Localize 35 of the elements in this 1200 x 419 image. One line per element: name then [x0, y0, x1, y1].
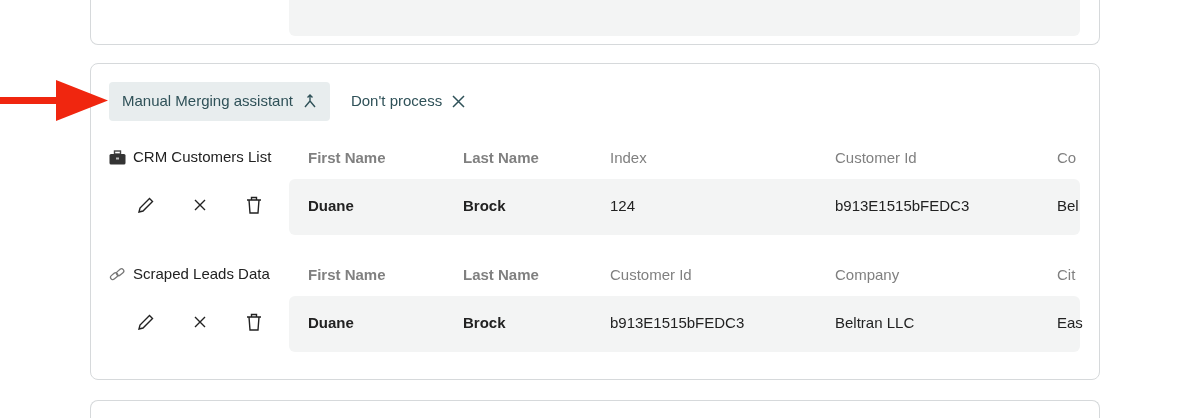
column-header: Last Name [463, 147, 540, 168]
table-cell-text: 124 [610, 196, 637, 217]
table-cell-text: b913E1515bFEDC3 [610, 313, 746, 334]
close-icon [194, 198, 206, 211]
briefcase-icon [109, 150, 126, 165]
column-header: Co [1057, 147, 1078, 168]
source-name: CRM Customers List [133, 147, 272, 168]
close-icon [452, 94, 466, 108]
column-header: Cit [1057, 264, 1077, 285]
table-cell-text: Bel [1057, 196, 1080, 217]
close-icon [194, 315, 206, 328]
arrow-icon [0, 80, 110, 122]
merge-assistant-button[interactable]: Manual Merging assistant [109, 82, 330, 121]
dont-process-button[interactable]: Don't process [337, 82, 479, 121]
column-header: Customer Id [610, 264, 693, 285]
table-cell-text: Brock [463, 313, 507, 334]
edit-icon [137, 195, 155, 214]
link-icon [109, 267, 126, 282]
column-header: Index [610, 147, 648, 168]
source-name: Scraped Leads Data [133, 264, 270, 285]
table-cell-text: b913E1515bFEDC3 [835, 196, 971, 217]
trash-icon [246, 312, 262, 331]
column-header: First Name [308, 147, 387, 168]
table-cell-text: Duane [308, 313, 355, 334]
edit-icon [137, 312, 155, 331]
table-cell-text: Beltran LLC [835, 313, 916, 334]
table-cell-text: Brock [463, 196, 507, 217]
trash-icon [246, 195, 262, 214]
table-cell-text: Eas [1057, 313, 1084, 334]
merge-icon [302, 93, 317, 110]
column-header: Last Name [463, 264, 540, 285]
table-cell-text: Duane [308, 196, 355, 217]
column-header: Company [835, 264, 901, 285]
column-header: Customer Id [835, 147, 918, 168]
column-header: First Name [308, 264, 387, 285]
